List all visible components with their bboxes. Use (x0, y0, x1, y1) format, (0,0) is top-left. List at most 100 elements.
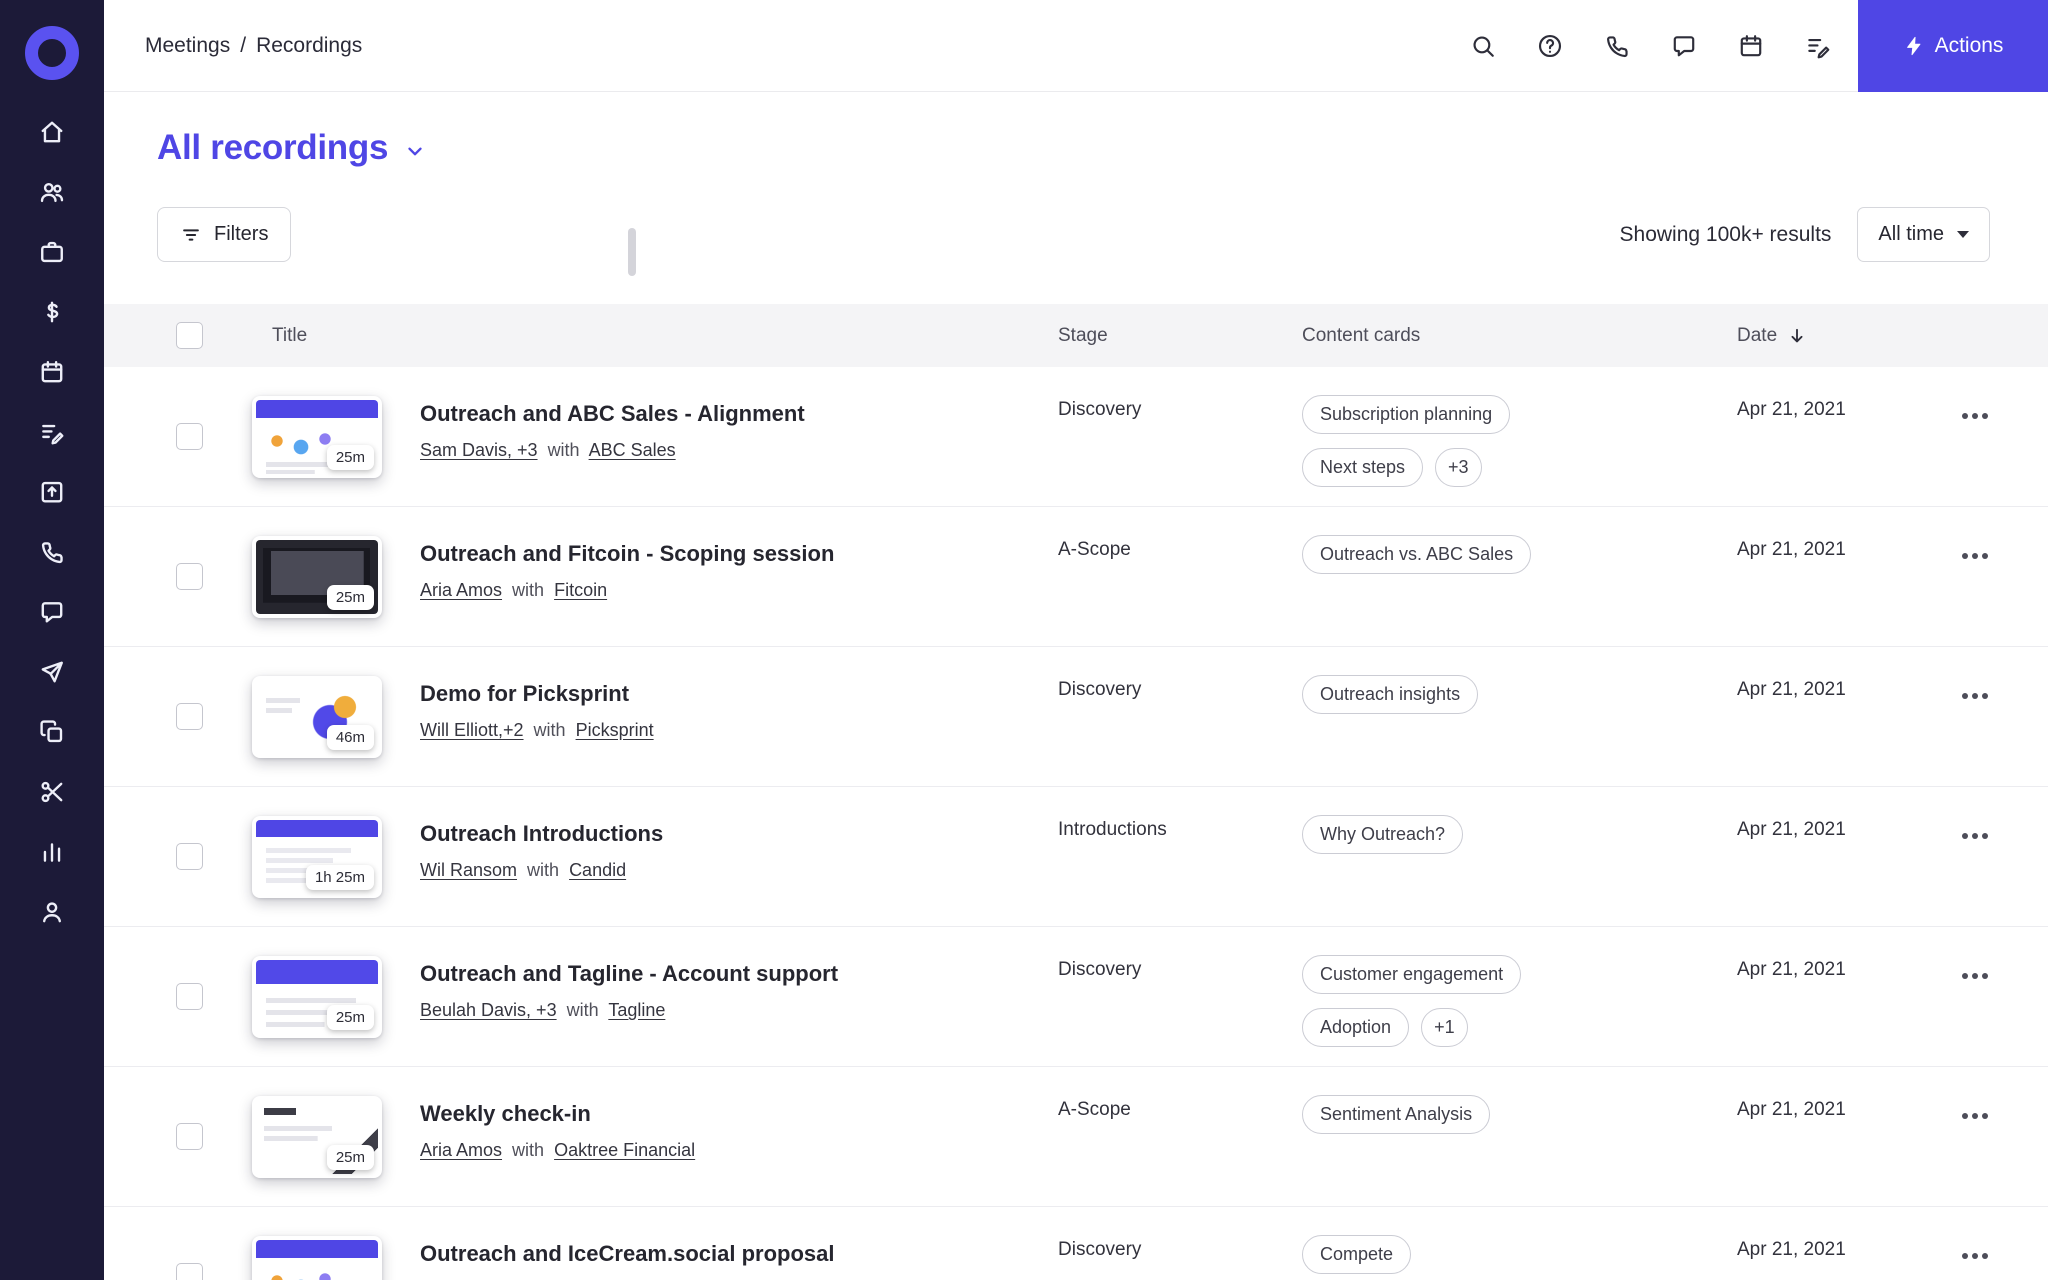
recording-thumbnail[interactable]: 1h 25m (252, 815, 382, 898)
content-card-pill[interactable]: Next steps (1302, 448, 1424, 487)
content-card-pill[interactable]: Compete (1302, 1235, 1412, 1274)
recording-subtitle: Wil Ransom with Candid (420, 859, 663, 881)
search-icon[interactable] (1470, 33, 1496, 59)
filters-button[interactable]: Filters (157, 207, 292, 262)
calendar-icon[interactable] (1738, 33, 1764, 59)
tasks-icon[interactable] (1805, 33, 1831, 59)
company-link[interactable]: Picksprint (576, 720, 654, 740)
company-link[interactable]: Fitcoin (554, 580, 607, 600)
content-card-pill[interactable]: Customer engagement (1302, 955, 1522, 994)
row-checkbox[interactable] (176, 1263, 203, 1280)
people-icon[interactable] (39, 179, 65, 205)
briefcase-icon[interactable] (39, 239, 65, 265)
scissors-icon[interactable] (39, 779, 65, 805)
help-icon[interactable] (1537, 33, 1563, 59)
content-card-pill[interactable]: Outreach vs. ABC Sales (1302, 535, 1532, 574)
column-header-date[interactable]: Date (1737, 325, 1962, 347)
company-link[interactable]: Tagline (608, 1000, 665, 1020)
chat-icon[interactable] (39, 599, 65, 625)
actions-button-label: Actions (1934, 33, 2004, 57)
recording-title[interactable]: Outreach and Fitcoin - Scoping session (420, 541, 834, 567)
recording-title[interactable]: Demo for Picksprint (420, 681, 654, 707)
dollar-icon[interactable] (39, 299, 65, 325)
row-checkbox[interactable] (176, 843, 203, 870)
view-selector[interactable]: All recordings (157, 126, 1990, 170)
content-card-pill[interactable]: +1 (1421, 1008, 1468, 1047)
column-header-stage: Stage (1058, 324, 1108, 346)
duration-badge: 25m (326, 1004, 374, 1030)
column-header-cards: Content cards (1302, 324, 1421, 346)
profile-icon[interactable] (39, 899, 65, 925)
time-filter-dropdown[interactable]: All time (1857, 207, 1990, 262)
company-link[interactable]: ABC Sales (589, 440, 676, 460)
recording-thumbnail[interactable]: 25m (252, 1095, 382, 1178)
recording-title[interactable]: Outreach Introductions (420, 821, 663, 847)
bolt-icon (1903, 35, 1925, 57)
row-checkbox[interactable] (176, 1123, 203, 1150)
participants-link[interactable]: Wil Ransom (420, 860, 517, 880)
recording-title[interactable]: Outreach and ABC Sales - Alignment (420, 401, 805, 427)
participants-link[interactable]: Will Elliott,+2 (420, 720, 524, 740)
content-cards-cell: Subscription planning Next steps +3 (1302, 367, 1622, 506)
content-card-pill[interactable]: Why Outreach? (1302, 815, 1464, 854)
company-link[interactable]: Oaktree Financial (554, 1140, 695, 1160)
recording-title[interactable]: Weekly check-in (420, 1101, 695, 1127)
results-count: Showing 100k+ results (1619, 222, 1832, 246)
row-checkbox[interactable] (176, 423, 203, 450)
phone-icon[interactable] (39, 539, 65, 565)
time-filter-label: All time (1878, 223, 1944, 245)
recording-subtitle: Beulah Davis, +3 with Tagline (420, 999, 838, 1021)
row-checkbox[interactable] (176, 563, 203, 590)
recording-subtitle: Aria Amos with Fitcoin (420, 579, 834, 601)
participants-link[interactable]: Sam Davis, +3 (420, 440, 538, 460)
content-card-pill[interactable]: Sentiment Analysis (1302, 1095, 1491, 1134)
content-card-pill[interactable]: Subscription planning (1302, 395, 1511, 434)
with-text: with (512, 580, 545, 600)
bar-chart-icon[interactable] (39, 839, 65, 865)
row-menu-button[interactable] (1958, 689, 1992, 703)
recording-title[interactable]: Outreach and Tagline - Account support (420, 961, 838, 987)
row-menu-button[interactable] (1958, 969, 1992, 983)
stage-cell: Discovery (1058, 399, 1142, 420)
row-menu-button[interactable] (1958, 829, 1992, 843)
row-checkbox[interactable] (176, 983, 203, 1010)
company-link[interactable]: Candid (569, 860, 626, 880)
recording-thumbnail[interactable]: 46m (252, 675, 382, 758)
recording-title[interactable]: Outreach and IceCream.social proposal (420, 1241, 834, 1267)
recording-thumbnail[interactable] (252, 1235, 382, 1280)
select-all-checkbox[interactable] (176, 322, 203, 349)
participants-link[interactable]: Aria Amos (420, 580, 502, 600)
breadcrumb-section[interactable]: Meetings (145, 34, 230, 58)
copy-icon[interactable] (39, 719, 65, 745)
tasks-icon[interactable] (39, 419, 65, 445)
participants-link[interactable]: Aria Amos (420, 1140, 502, 1160)
recording-thumbnail[interactable]: 25m (252, 395, 382, 478)
outreach-logo[interactable] (25, 26, 79, 80)
row-checkbox[interactable] (176, 703, 203, 730)
recording-thumbnail[interactable]: 25m (252, 535, 382, 618)
recordings-table: Title Stage Content cards Date 25m Outre… (104, 304, 2048, 1280)
content-card-pill[interactable]: Outreach insights (1302, 675, 1479, 714)
page-title: All recordings (157, 128, 389, 167)
outbox-icon[interactable] (39, 479, 65, 505)
breadcrumb-separator: / (240, 33, 247, 57)
participants-link[interactable]: Beulah Davis, +3 (420, 1000, 557, 1020)
row-menu-button[interactable] (1958, 1109, 1992, 1123)
recording-thumbnail[interactable]: 25m (252, 955, 382, 1038)
calendar-icon[interactable] (39, 359, 65, 385)
breadcrumb-page: Recordings (256, 33, 363, 57)
content-card-pill[interactable]: Adoption (1302, 1008, 1410, 1047)
home-icon[interactable] (39, 119, 65, 145)
row-menu-button[interactable] (1958, 409, 1992, 423)
row-menu-button[interactable] (1958, 1249, 1992, 1263)
chat-icon[interactable] (1671, 33, 1697, 59)
send-icon[interactable] (39, 659, 65, 685)
table-row: 25m Weekly check-in Aria Amos with Oaktr… (104, 1067, 2048, 1207)
top-bar: Meetings / Recordings Actions (104, 0, 2048, 92)
app-window: Meetings / Recordings Actions All record… (0, 0, 2048, 1280)
scrollbar-thumb[interactable] (628, 228, 636, 276)
content-card-pill[interactable]: +3 (1435, 448, 1482, 487)
phone-icon[interactable] (1604, 33, 1630, 59)
row-menu-button[interactable] (1958, 549, 1992, 563)
actions-button[interactable]: Actions (1858, 0, 2048, 92)
